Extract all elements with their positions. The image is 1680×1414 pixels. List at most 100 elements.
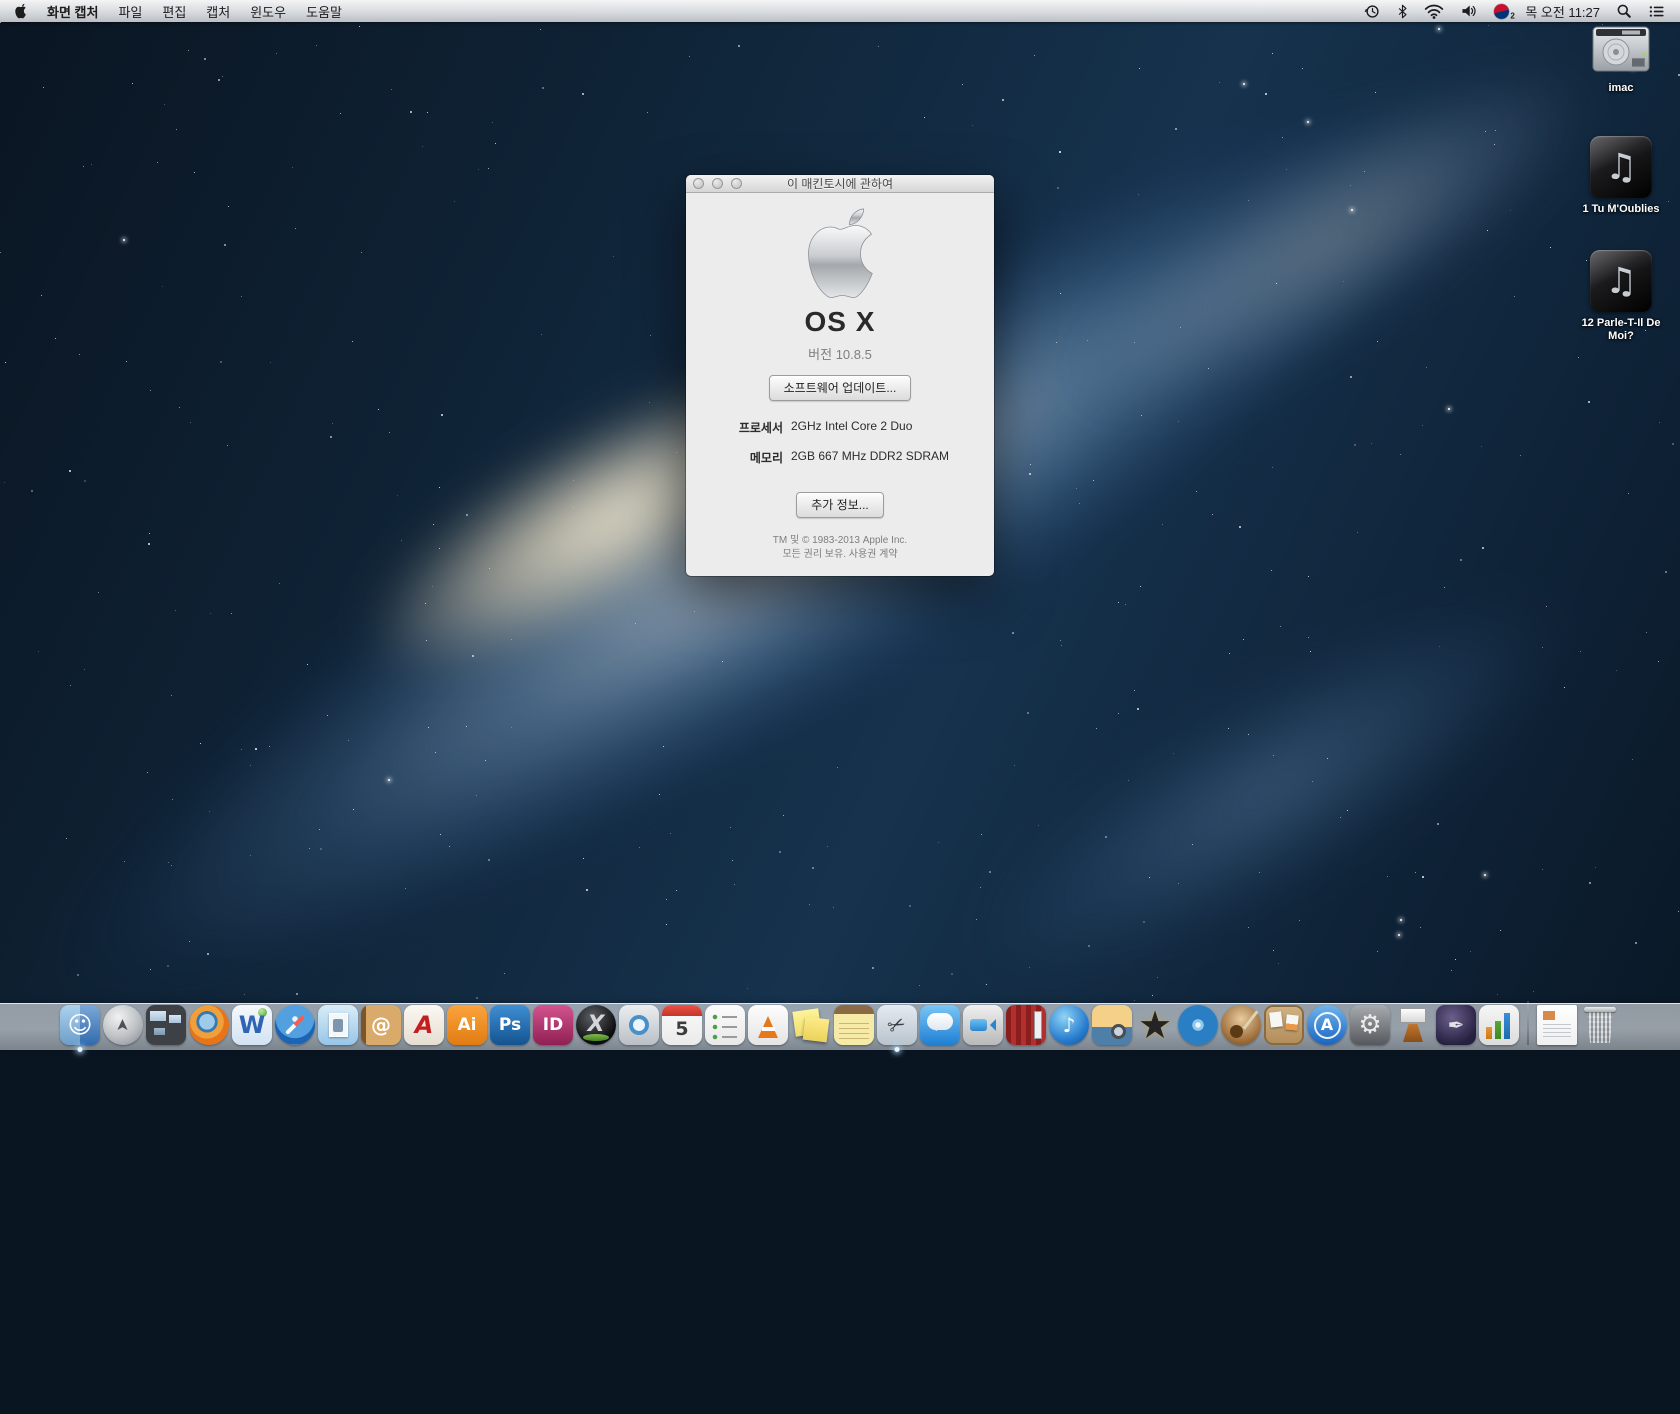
os-name: OS X	[686, 306, 994, 338]
dock-item-ical[interactable]: 5	[662, 1005, 702, 1045]
app-store-icon: A	[1321, 1017, 1333, 1033]
dock-separator	[1527, 1001, 1529, 1045]
dock-item-stickies[interactable]	[791, 1005, 831, 1045]
music-note-icon: ♫	[1605, 261, 1637, 302]
dock-item-iweb[interactable]	[1264, 1005, 1304, 1045]
dock-item-iphoto[interactable]	[1092, 1005, 1132, 1045]
about-this-mac-window: 이 매킨토시에 관하여 OS X 버전 10.8.5 소프트웨어 업데이트...…	[686, 175, 994, 576]
audio-file-icon: ♫	[1590, 250, 1652, 312]
dock-item-vlc[interactable]	[748, 1005, 788, 1045]
system-preferences-icon: ⚙	[1358, 1012, 1381, 1038]
dock-item-mail[interactable]	[318, 1005, 358, 1045]
dock-item-toast[interactable]	[619, 1005, 659, 1045]
dock-item-finder[interactable]: ☺	[60, 1005, 100, 1045]
time-machine-icon[interactable]	[1356, 0, 1389, 22]
spec-label: 메모리	[686, 449, 783, 466]
dock-item-notes[interactable]	[834, 1005, 874, 1045]
menu-edit[interactable]: 편집	[152, 2, 196, 21]
dock-item-system-preferences[interactable]: ⚙	[1350, 1005, 1390, 1045]
adobe-reader-icon: A	[415, 1013, 434, 1037]
bluetooth-icon[interactable]	[1389, 0, 1416, 22]
spec-value: 2GHz Intel Core 2 Duo	[791, 419, 994, 436]
menu-window[interactable]: 윈도우	[240, 2, 296, 21]
minimize-button[interactable]	[712, 178, 723, 189]
system-specs: 프로세서2GHz Intel Core 2 Duo메모리2GB 667 MHz …	[686, 419, 994, 466]
software-update-button[interactable]: 소프트웨어 업데이트...	[769, 375, 912, 401]
dock-item-adobe-reader[interactable]: A	[404, 1005, 444, 1045]
copyright-text: TM 및 © 1983-2013 Apple Inc. 모든 권리 보유. 사용…	[686, 534, 994, 562]
menu-bar: 화면 캡처 파일편집캡처윈도우도움말	[0, 0, 1680, 22]
volume-icon[interactable]	[1452, 0, 1486, 22]
pages-icon: ✒	[1448, 1015, 1465, 1035]
dock-item-launchpad[interactable]: ➤	[103, 1005, 143, 1045]
dock-item-safari[interactable]	[275, 1005, 315, 1045]
dock-item-w-document-app[interactable]: W	[232, 1005, 272, 1045]
imovie-icon: ★	[1138, 1006, 1172, 1044]
menu-file[interactable]: 파일	[108, 2, 152, 21]
illustrator-icon: Ai	[458, 1017, 477, 1034]
menu-app-name[interactable]: 화면 캡처	[37, 2, 108, 21]
dock-item-document-stack[interactable]	[1537, 1005, 1577, 1045]
zoom-button[interactable]	[731, 178, 742, 189]
dock-item-imovie[interactable]: ★	[1135, 1005, 1175, 1045]
hard-drive-icon	[1592, 26, 1650, 77]
spec-value: 2GB 667 MHz DDR2 SDRAM	[791, 449, 994, 466]
dock-item-keynote[interactable]	[1393, 1005, 1433, 1045]
menu-clock[interactable]: 목 오전 11:27	[1517, 2, 1608, 21]
grab-icon: ✂	[885, 1012, 910, 1038]
dock-item-grab[interactable]: ✂	[877, 1005, 917, 1045]
dock-item-firefox[interactable]	[189, 1005, 229, 1045]
menu-capture[interactable]: 캡처	[196, 2, 240, 21]
dock-item-address-book[interactable]: @	[361, 1005, 401, 1045]
dock-item-numbers[interactable]	[1479, 1005, 1519, 1045]
wifi-icon[interactable]	[1416, 0, 1452, 22]
apple-menu[interactable]	[0, 0, 37, 22]
desktop-icon-audio-file-1[interactable]: ♫ 1 Tu M'Oublies	[1566, 136, 1676, 216]
photoshop-icon: Ps	[499, 1017, 521, 1034]
dock-item-photoshop[interactable]: Ps	[490, 1005, 530, 1045]
os-version: 버전 10.8.5	[686, 344, 994, 363]
license-agreement-text: 사용권 계약	[849, 549, 898, 560]
spotlight-icon[interactable]	[1608, 0, 1640, 22]
desktop-icon-label: 1 Tu M'Oublies	[1583, 203, 1660, 216]
window-titlebar[interactable]: 이 매킨토시에 관하여	[686, 175, 994, 193]
notification-center-icon[interactable]	[1640, 0, 1680, 22]
dock-item-illustrator[interactable]: Ai	[447, 1005, 487, 1045]
quarkxpress-icon: X	[588, 1014, 605, 1036]
taegeuk-icon: 2	[1493, 2, 1511, 20]
audio-file-icon: ♫	[1590, 136, 1652, 198]
dock-item-idvd[interactable]	[1178, 1005, 1218, 1045]
desktop-icon-label: 12 Parle-T-Il De Moi?	[1579, 317, 1663, 343]
korean-input-icon[interactable]: 2	[1486, 0, 1517, 22]
finder-icon: ☺	[67, 1013, 92, 1037]
desktop-icon-hard-drive-imac[interactable]: imac	[1566, 26, 1676, 95]
dock: ☺ ➤ W @ A Ai Ps ID X 5 ✂ ♪ ★ A ⚙ ✒	[0, 1001, 1680, 1045]
more-info-button[interactable]: 추가 정보...	[796, 492, 884, 518]
dock-item-garageband[interactable]	[1221, 1005, 1261, 1045]
w-document-app-icon: W	[239, 1013, 265, 1037]
dock-item-quarkxpress[interactable]: X	[576, 1005, 616, 1045]
close-button[interactable]	[693, 178, 704, 189]
menu-help[interactable]: 도움말	[296, 2, 352, 21]
menu-items: 파일편집캡처윈도우도움말	[108, 2, 352, 21]
desktop-icon-audio-file-12[interactable]: ♫ 12 Parle-T-Il De Moi?	[1566, 250, 1676, 343]
launchpad-icon: ➤	[115, 1018, 131, 1031]
dock-item-pages[interactable]: ✒	[1436, 1005, 1476, 1045]
dock-item-mission-control[interactable]	[146, 1005, 186, 1045]
desktop-icon-label: imac	[1608, 82, 1633, 95]
dock-item-photo-booth[interactable]	[1006, 1005, 1046, 1045]
dock-item-indesign[interactable]: ID	[533, 1005, 573, 1045]
indesign-icon: ID	[543, 1017, 563, 1034]
copyright-line1: TM 및 © 1983-2013 Apple Inc.	[773, 535, 907, 546]
dock-item-trash[interactable]	[1580, 1005, 1620, 1045]
music-note-icon: ♫	[1605, 147, 1637, 188]
dock-item-reminders[interactable]	[705, 1005, 745, 1045]
itunes-icon: ♪	[1063, 1015, 1076, 1035]
copyright-line2: 모든 권리 보유.	[782, 549, 846, 560]
dock-item-app-store[interactable]: A	[1307, 1005, 1347, 1045]
dock-item-itunes[interactable]: ♪	[1049, 1005, 1089, 1045]
ical-icon: 5	[675, 1020, 688, 1039]
dock-item-facetime[interactable]	[963, 1005, 1003, 1045]
dock-item-messages[interactable]	[920, 1005, 960, 1045]
apple-icon	[14, 3, 27, 19]
